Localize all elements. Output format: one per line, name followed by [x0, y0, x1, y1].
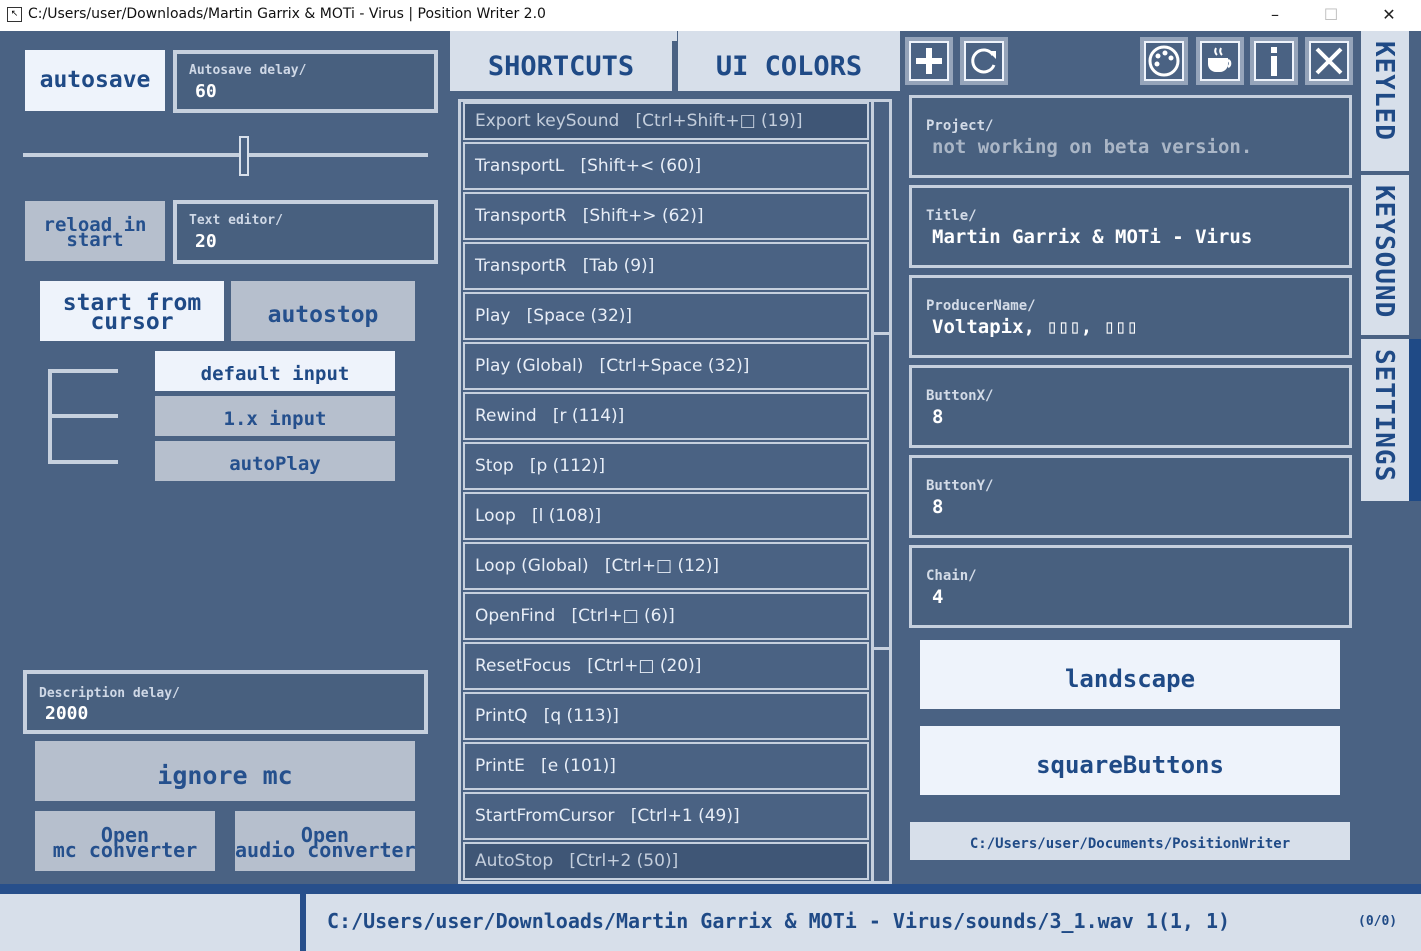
autosave-toggle[interactable]: autosave [25, 50, 165, 111]
start-from-cursor-button[interactable]: start from cursor [40, 281, 224, 341]
close-icon [1315, 47, 1343, 75]
button-y-field[interactable]: ButtonY/ 8 [909, 455, 1352, 538]
bracket-connector-bottom [48, 460, 118, 464]
ignore-mc-button[interactable]: ignore mc [35, 741, 415, 801]
status-path: C:/Users/user/Downloads/Martin Garrix & … [327, 909, 1231, 933]
status-separator [300, 884, 306, 951]
tab-settings-label: SETTINGS [1369, 349, 1399, 483]
status-count: (0/0) [1358, 914, 1398, 929]
autosave-slider-track[interactable] [23, 153, 428, 157]
button-x-value: 8 [932, 406, 944, 428]
coffee-button[interactable] [1196, 37, 1244, 85]
text-editor-label: Text editor/ [189, 213, 283, 228]
project-value: not working on beta version. [932, 136, 1253, 158]
window-title-bar: ↖ C:/Users/user/Downloads/Martin Garrix … [0, 0, 1421, 31]
close-panel-button[interactable] [1305, 37, 1353, 85]
palette-button[interactable] [1140, 37, 1188, 85]
bracket-connector-mid [48, 414, 118, 418]
tab-keysound[interactable]: KEYSOUND [1361, 175, 1409, 335]
shortcut-item[interactable]: TransportL [Shift+< (60)] [463, 142, 869, 190]
shortcut-item[interactable]: OpenFind [Ctrl+□ (6)] [463, 592, 869, 640]
status-left-pane [0, 894, 300, 951]
bracket-connector-top [48, 369, 118, 373]
tab-settings[interactable]: SETTINGS [1361, 339, 1409, 501]
tab-keyled[interactable]: KEYLED [1361, 31, 1409, 171]
shortcut-item[interactable]: Rewind [r (114)] [463, 392, 869, 440]
open-mc-converter-button[interactable]: Open mc converter [35, 811, 215, 871]
shortcut-item[interactable]: Play [Space (32)] [463, 292, 869, 340]
title-field[interactable]: Title/ Martin Garrix & MOTi - Virus [909, 185, 1352, 268]
tab-shortcuts[interactable]: SHORTCUTS [450, 41, 672, 91]
maximize-button[interactable]: ☐ [1302, 0, 1360, 31]
tab-shortcuts-accent [450, 31, 677, 41]
description-delay-field[interactable]: Description delay/ 2000 [23, 670, 428, 734]
chain-label: Chain/ [926, 568, 977, 584]
landscape-toggle[interactable]: landscape [920, 640, 1340, 709]
open-audio-converter-button[interactable]: Open audio converter [235, 811, 415, 871]
button-x-label: ButtonX/ [926, 388, 994, 404]
tab-ui-colors[interactable]: UI COLORS [678, 31, 900, 91]
mc-converter-line2: mc converter [52, 838, 198, 862]
shortcut-scrollbar-thumb[interactable] [871, 332, 892, 650]
reload-in-start-button[interactable]: reload in start [25, 201, 165, 261]
shortcut-item[interactable]: Loop [l (108)] [463, 492, 869, 540]
shortcut-item[interactable]: Export keySound [Ctrl+Shift+□ (19)] [463, 102, 869, 140]
info-button[interactable] [1250, 37, 1298, 85]
add-button[interactable] [905, 37, 953, 85]
title-value: Martin Garrix & MOTi - Virus [932, 226, 1253, 248]
tab-keysound-label: KEYSOUND [1369, 185, 1399, 319]
project-label: Project/ [926, 118, 994, 134]
chain-field[interactable]: Chain/ 4 [909, 545, 1352, 628]
tab-keyled-label: KEYLED [1369, 41, 1399, 141]
autosave-delay-field[interactable]: Autosave delay/ 60 [173, 50, 438, 113]
button-x-field[interactable]: ButtonX/ 8 [909, 365, 1352, 448]
audio-converter-line2: audio converter [235, 838, 415, 862]
minimize-button[interactable]: – [1246, 0, 1304, 31]
shortcut-item[interactable]: PrintE [e (101)] [463, 742, 869, 790]
palette-icon [1148, 45, 1180, 77]
square-buttons-toggle[interactable]: squareButtons [920, 726, 1340, 795]
description-delay-value: 2000 [45, 703, 89, 724]
shortcut-item[interactable]: TransportR [Tab (9)] [463, 242, 869, 290]
shortcut-item[interactable]: Stop [p (112)] [463, 442, 869, 490]
autostop-button[interactable]: autostop [231, 281, 415, 341]
input-option-autoplay[interactable]: autoPlay [155, 441, 395, 481]
title-label: Title/ [926, 208, 977, 224]
tab-settings-active-marker [1409, 339, 1421, 501]
refresh-icon [971, 48, 996, 74]
description-delay-label: Description delay/ [39, 686, 180, 701]
input-option-default[interactable]: default input [155, 351, 395, 391]
text-editor-field[interactable]: Text editor/ 20 [173, 200, 438, 264]
button-y-value: 8 [932, 496, 944, 518]
shortcut-item[interactable]: Play (Global) [Ctrl+Space (32)] [463, 342, 869, 390]
shortcut-item[interactable]: TransportR [Shift+> (62)] [463, 192, 869, 240]
text-editor-value: 20 [195, 231, 217, 252]
window-title: C:/Users/user/Downloads/Martin Garrix & … [28, 6, 546, 22]
shortcut-item[interactable]: ResetFocus [Ctrl+□ (20)] [463, 642, 869, 690]
producer-name-field[interactable]: ProducerName/ Voltapix, ▯▯▯, ▯▯▯ [909, 275, 1352, 358]
info-icon [1271, 47, 1277, 76]
refresh-button[interactable] [960, 37, 1008, 85]
documents-path-button[interactable]: C:/Users/user/Documents/PositionWriter [910, 822, 1350, 860]
shortcut-item[interactable]: AutoStop [Ctrl+2 (50)] [463, 842, 869, 880]
chain-value: 4 [932, 586, 944, 608]
autosave-slider-thumb[interactable] [239, 136, 249, 176]
producer-name-label: ProducerName/ [926, 298, 1036, 314]
shortcut-item[interactable]: PrintQ [q (113)] [463, 692, 869, 740]
autosave-delay-value: 60 [195, 81, 217, 102]
project-field[interactable]: Project/ not working on beta version. [909, 95, 1352, 178]
shortcut-item[interactable]: StartFromCursor [Ctrl+1 (49)] [463, 792, 869, 840]
close-window-button[interactable]: ✕ [1360, 0, 1418, 31]
button-y-label: ButtonY/ [926, 478, 994, 494]
app-icon: ↖ [7, 7, 22, 22]
coffee-icon [1208, 47, 1232, 72]
input-option-1x[interactable]: 1.x input [155, 396, 395, 436]
autosave-delay-label: Autosave delay/ [189, 63, 307, 78]
producer-name-value: Voltapix, ▯▯▯, ▯▯▯ [932, 316, 1138, 338]
plus-icon [916, 48, 942, 74]
status-divider [0, 884, 1421, 894]
shortcut-item[interactable]: Loop (Global) [Ctrl+□ (12)] [463, 542, 869, 590]
